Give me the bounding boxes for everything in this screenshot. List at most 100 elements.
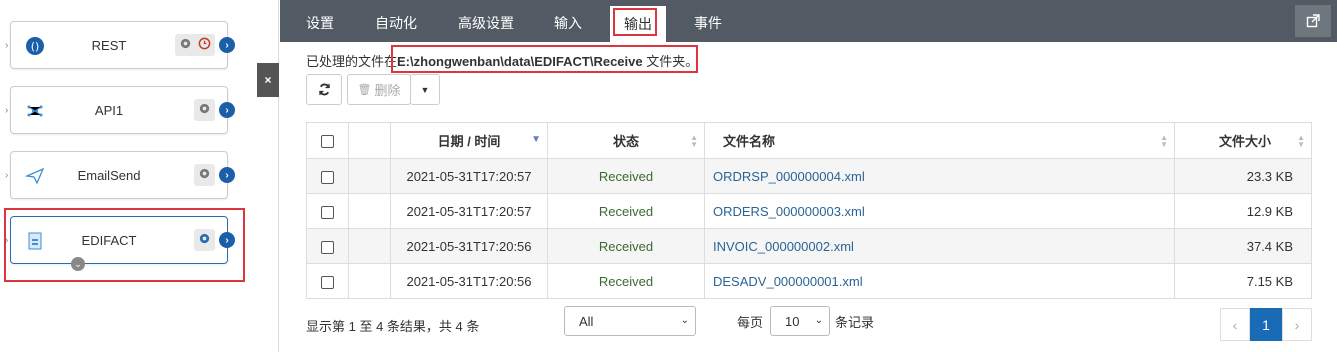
pagination: ‹ 1 › [1220, 308, 1312, 341]
path-prefix: 已处理的文件在 [306, 54, 398, 69]
node-tools [175, 34, 215, 56]
flow-node-emailsend[interactable]: › EmailSend › [5, 151, 235, 199]
row-checkbox-cell [306, 228, 349, 264]
cell-filename: DESADV_000000001.xml [704, 263, 1175, 299]
app-window: › () REST › › API1 › › EmailSend › › EDI… [0, 0, 1337, 352]
tab-events[interactable]: 事件 [680, 8, 736, 38]
highlight-box [613, 8, 657, 36]
header-status[interactable]: 状态 ▲ ▼ [547, 122, 705, 159]
cell-datetime: 2021-05-31T17:20:56 [390, 263, 548, 299]
flow-node-api1[interactable]: › API1 › [5, 86, 235, 134]
cell-status: Received [547, 228, 705, 264]
cell-datetime: 2021-05-31T17:20:57 [390, 193, 548, 229]
gear-icon[interactable] [198, 102, 211, 118]
collapse-panel-button[interactable]: × [257, 63, 279, 97]
cell-filesize: 23.3 KB [1174, 158, 1312, 194]
chevron-down-icon: ⌄ [680, 315, 689, 326]
flow-node-label: EmailSend [77, 167, 141, 183]
cell-status: Received [547, 158, 705, 194]
results-info: 显示第 1 至 4 条结果，共 4 条 [306, 319, 480, 334]
status-filter-select[interactable]: All ⌄ [564, 306, 696, 336]
header-filename[interactable]: 文件名称 ▲ ▼ [704, 122, 1175, 159]
blank-cell [348, 193, 391, 229]
select-all-checkbox[interactable] [321, 135, 334, 149]
flow-node-label: API1 [94, 102, 124, 118]
chevron-down-icon: ⌄ [814, 315, 823, 326]
filename-link[interactable]: ORDRSP_000000004.xml [713, 169, 865, 184]
cell-status: Received [547, 263, 705, 299]
tab-input[interactable]: 输入 [540, 8, 596, 38]
cell-filesize: 12.9 KB [1174, 193, 1312, 229]
output-port-icon[interactable]: › [219, 37, 235, 53]
flow-node-rest[interactable]: › () REST › [5, 21, 235, 69]
refresh-button[interactable] [306, 74, 342, 105]
external-link-button[interactable] [1295, 5, 1331, 37]
cell-status: Received [547, 193, 705, 229]
clock-icon[interactable] [198, 37, 211, 53]
tab-bar: 设置 自动化 高级设置 输入 输出 事件 [280, 0, 1337, 42]
node-tools [194, 99, 215, 121]
tab-automation[interactable]: 自动化 [361, 8, 431, 38]
per-page-prefix: 每页 [737, 315, 764, 330]
table-row[interactable]: 2021-05-31T17:20:57 Received ORDRSP_0000… [306, 158, 1312, 194]
sort-icon: ▲ ▼ [1160, 133, 1168, 149]
table-header-row: 日期 / 时间 ▼ 状态 ▲ ▼ 文件名称 ▲ ▼ 文件大小 ▲ ▼ [306, 122, 1312, 159]
flow-panel: › () REST › › API1 › › EmailSend › › EDI… [0, 0, 279, 352]
filename-link[interactable]: DESADV_000000001.xml [713, 274, 863, 289]
output-port-icon[interactable]: › [219, 102, 235, 118]
delete-button[interactable]: 🗑 删除 [347, 74, 411, 105]
header-datetime[interactable]: 日期 / 时间 ▼ [390, 122, 548, 159]
filename-link[interactable]: INVOIC_000000002.xml [713, 239, 854, 254]
blank-cell [348, 158, 391, 194]
blank-header [348, 122, 391, 159]
next-page-button[interactable]: › [1282, 308, 1312, 341]
page-size-value: 10 [785, 313, 800, 329]
tab-settings[interactable]: 设置 [292, 8, 348, 38]
cell-filesize: 37.4 KB [1174, 228, 1312, 264]
row-checkbox[interactable] [321, 205, 334, 219]
prev-page-button[interactable]: ‹ [1220, 308, 1250, 341]
row-checkbox-cell [306, 263, 349, 299]
cell-filesize: 7.15 KB [1174, 263, 1312, 299]
filename-link[interactable]: ORDERS_000000003.xml [713, 204, 865, 219]
cell-filename: ORDERS_000000003.xml [704, 193, 1175, 229]
header-filesize[interactable]: 文件大小 ▲ ▼ [1174, 122, 1312, 159]
external-link-icon [1306, 14, 1320, 28]
per-page-suffix: 条记录 [835, 315, 875, 330]
page-button-current[interactable]: 1 [1250, 308, 1282, 341]
sort-icon: ▲ ▼ [690, 133, 698, 149]
tab-advanced[interactable]: 高级设置 [444, 8, 528, 38]
table-row[interactable]: 2021-05-31T17:20:56 Received DESADV_0000… [306, 263, 1312, 299]
table-row[interactable]: 2021-05-31T17:20:57 Received ORDERS_0000… [306, 193, 1312, 229]
select-all-cell [306, 122, 349, 159]
blank-cell [348, 263, 391, 299]
file-table: 日期 / 时间 ▼ 状态 ▲ ▼ 文件名称 ▲ ▼ 文件大小 ▲ ▼ 2021-05-31T1… [306, 122, 1312, 299]
filter-value: All [579, 313, 594, 329]
sort-icon: ▲ ▼ [1297, 133, 1305, 149]
gear-icon[interactable] [179, 37, 192, 53]
gear-icon[interactable] [198, 167, 211, 183]
caret-down-icon: ▼ [420, 84, 430, 95]
cell-filename: INVOIC_000000002.xml [704, 228, 1175, 264]
cell-datetime: 2021-05-31T17:20:57 [390, 158, 548, 194]
output-port-icon[interactable]: › [219, 167, 235, 183]
delete-label: 删除 [374, 83, 401, 98]
cell-filename: ORDRSP_000000004.xml [704, 158, 1175, 194]
output-panel: 已处理的文件在E:\zhongwenban\data\EDIFACT\Recei… [280, 42, 1337, 352]
refresh-icon [318, 83, 330, 96]
trash-icon: 🗑 [357, 84, 372, 96]
row-checkbox-cell [306, 193, 349, 229]
row-checkbox[interactable] [321, 275, 334, 289]
highlight-box [4, 208, 245, 282]
row-checkbox[interactable] [321, 240, 334, 254]
row-checkbox[interactable] [321, 170, 334, 184]
table-row[interactable]: 2021-05-31T17:20:56 Received INVOIC_0000… [306, 228, 1312, 264]
page-size-select[interactable]: 10 ⌄ [770, 306, 830, 336]
row-checkbox-cell [306, 158, 349, 194]
node-tools [194, 164, 215, 186]
blank-cell [348, 228, 391, 264]
cell-datetime: 2021-05-31T17:20:56 [390, 228, 548, 264]
flow-node-label: REST [91, 37, 127, 53]
sort-desc-icon: ▼ [531, 134, 541, 145]
more-actions-dropdown[interactable]: ▼ [410, 74, 440, 105]
